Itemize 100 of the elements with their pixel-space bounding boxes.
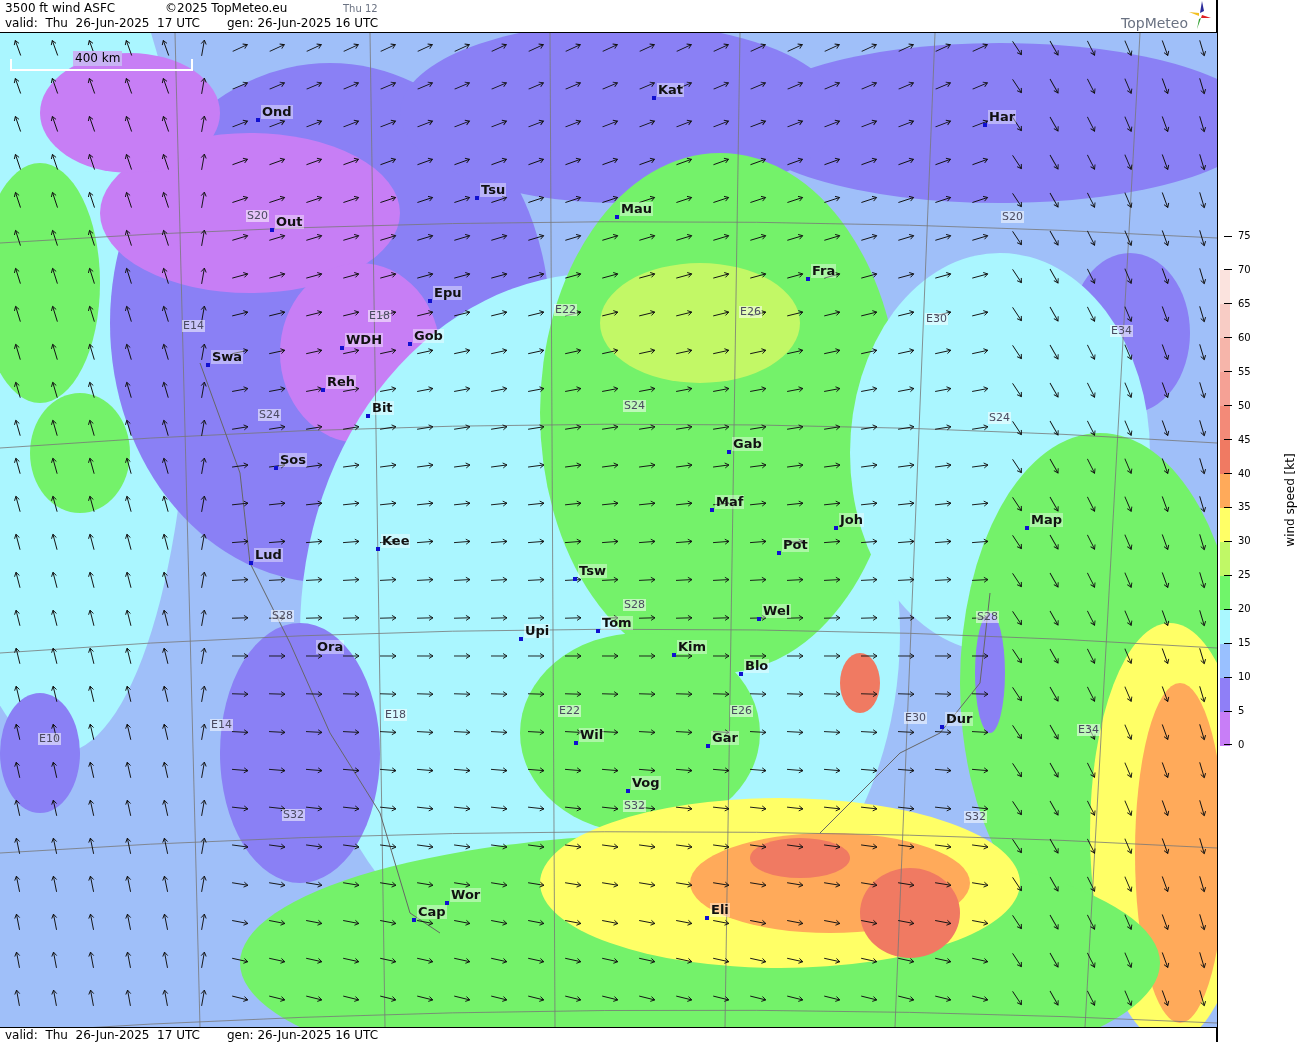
city-label: Out <box>275 215 304 229</box>
city-label: Gab <box>732 437 763 451</box>
city-marker-icon <box>739 672 743 676</box>
city-marker-icon <box>428 299 432 303</box>
city-label: Ora <box>316 640 345 654</box>
city-marker-icon <box>705 916 709 920</box>
scale-tick-label: 70 <box>1238 262 1251 277</box>
scale-tick-label: 65 <box>1238 296 1251 311</box>
coordinate-label: E18 <box>384 709 407 721</box>
city-marker-icon <box>376 547 380 551</box>
city-label: Joh <box>839 513 865 527</box>
coordinate-label: E30 <box>904 712 927 724</box>
compass-star-icon <box>1189 1 1211 29</box>
city-marker-icon <box>249 561 253 565</box>
city-label: Wil <box>579 728 605 742</box>
city-marker-icon <box>206 363 210 367</box>
city-label: Tom <box>601 616 633 630</box>
coordinate-label: S24 <box>258 409 281 421</box>
city-marker-icon <box>652 96 656 100</box>
coordinate-label: S20 <box>246 210 269 222</box>
city-marker-icon <box>672 653 676 657</box>
city-marker-icon <box>321 388 325 392</box>
scale-tick-label: 50 <box>1238 398 1251 413</box>
scale-tick-label: 60 <box>1238 330 1251 345</box>
coordinate-label: S28 <box>976 611 999 623</box>
legend-title: wind speed [kt] <box>1283 452 1297 549</box>
scale-tick-label: 5 <box>1238 704 1245 718</box>
city-label: Cap <box>417 905 447 919</box>
city-marker-icon <box>777 551 781 555</box>
scale-tick-label: 35 <box>1238 500 1251 515</box>
city-marker-icon <box>1025 526 1029 530</box>
coordinate-label: E10 <box>38 733 61 745</box>
city-marker-icon <box>727 450 731 454</box>
city-marker-icon <box>519 637 523 641</box>
city-label: Map <box>1030 513 1063 527</box>
scale-tick-label: 10 <box>1238 670 1251 685</box>
city-label: Wel <box>762 604 792 618</box>
city-label: Sos <box>279 453 308 467</box>
scale-tick-label: 75 <box>1238 229 1251 243</box>
valid-time: valid: Thu 26-Jun-2025 17 UTC <box>5 1028 201 1042</box>
city-label: Reh <box>326 375 357 389</box>
coordinate-label: E34 <box>1077 724 1100 736</box>
city-marker-icon <box>710 508 714 512</box>
city-label: Blo <box>744 659 770 673</box>
city-marker-icon <box>706 744 710 748</box>
city-marker-icon <box>475 196 479 200</box>
city-label: Lud <box>254 548 283 562</box>
city-label: Tsu <box>480 183 507 197</box>
city-label: Wor <box>450 888 482 902</box>
coordinate-label: E14 <box>210 719 233 731</box>
chart-title: 3500 ft wind ASFC <box>5 1 117 16</box>
coordinate-label: E18 <box>368 310 391 322</box>
scale-tick-label: 30 <box>1238 534 1251 549</box>
logo-text: TopMeteo <box>1121 15 1188 31</box>
city-marker-icon <box>274 466 278 470</box>
city-marker-icon <box>757 617 761 621</box>
city-marker-icon <box>340 346 344 350</box>
city-label: Swa <box>211 350 244 364</box>
city-label: Vog <box>631 776 661 790</box>
scale-tick-label: 55 <box>1238 364 1251 379</box>
coordinate-label: E22 <box>558 705 581 717</box>
city-marker-icon <box>270 228 274 232</box>
city-label: Maf <box>715 495 745 509</box>
scale-tick-label: 45 <box>1238 432 1251 447</box>
frame-label: Thu 12 <box>343 2 378 16</box>
coordinate-label: E34 <box>1110 325 1133 337</box>
city-label: Har <box>988 110 1017 124</box>
city-marker-icon <box>573 577 577 581</box>
city-label: Dur <box>945 712 974 726</box>
city-label: Tsw <box>578 564 607 578</box>
scale-tick-label: 0 <box>1238 737 1245 752</box>
valid-time: valid: Thu 26-Jun-2025 17 UTC <box>5 16 201 31</box>
city-marker-icon <box>412 918 416 922</box>
coordinate-label: E14 <box>182 320 205 332</box>
scale-tick-label: 20 <box>1238 602 1251 617</box>
city-marker-icon <box>256 118 260 122</box>
coordinate-label: S32 <box>623 800 646 812</box>
coordinate-label: S24 <box>988 412 1011 424</box>
city-label: Gob <box>413 329 444 343</box>
city-label: Kee <box>381 534 411 548</box>
city-label: WDH <box>345 333 383 347</box>
coordinate-label: S24 <box>623 400 646 412</box>
city-marker-icon <box>806 277 810 281</box>
city-label: Pot <box>782 538 809 552</box>
generated-time: gen: 26-Jun-2025 16 UTC <box>227 16 379 31</box>
coordinate-label: S32 <box>964 811 987 823</box>
city-label: Fra <box>811 264 837 278</box>
city-marker-icon <box>366 414 370 418</box>
city-marker-icon <box>408 342 412 346</box>
coordinate-label: S28 <box>623 599 646 611</box>
coordinate-label: E26 <box>730 705 753 717</box>
generated-time: gen: 26-Jun-2025 16 UTC <box>227 1028 379 1042</box>
city-marker-icon <box>615 215 619 219</box>
city-marker-icon <box>983 123 987 127</box>
city-marker-icon <box>574 741 578 745</box>
city-label: Bit <box>371 401 394 415</box>
city-label: Upi <box>524 624 551 638</box>
city-label: Gar <box>711 731 739 745</box>
city-label: Eli <box>710 903 730 917</box>
copyright-text: ©2025 TopMeteo.eu <box>165 1 289 16</box>
